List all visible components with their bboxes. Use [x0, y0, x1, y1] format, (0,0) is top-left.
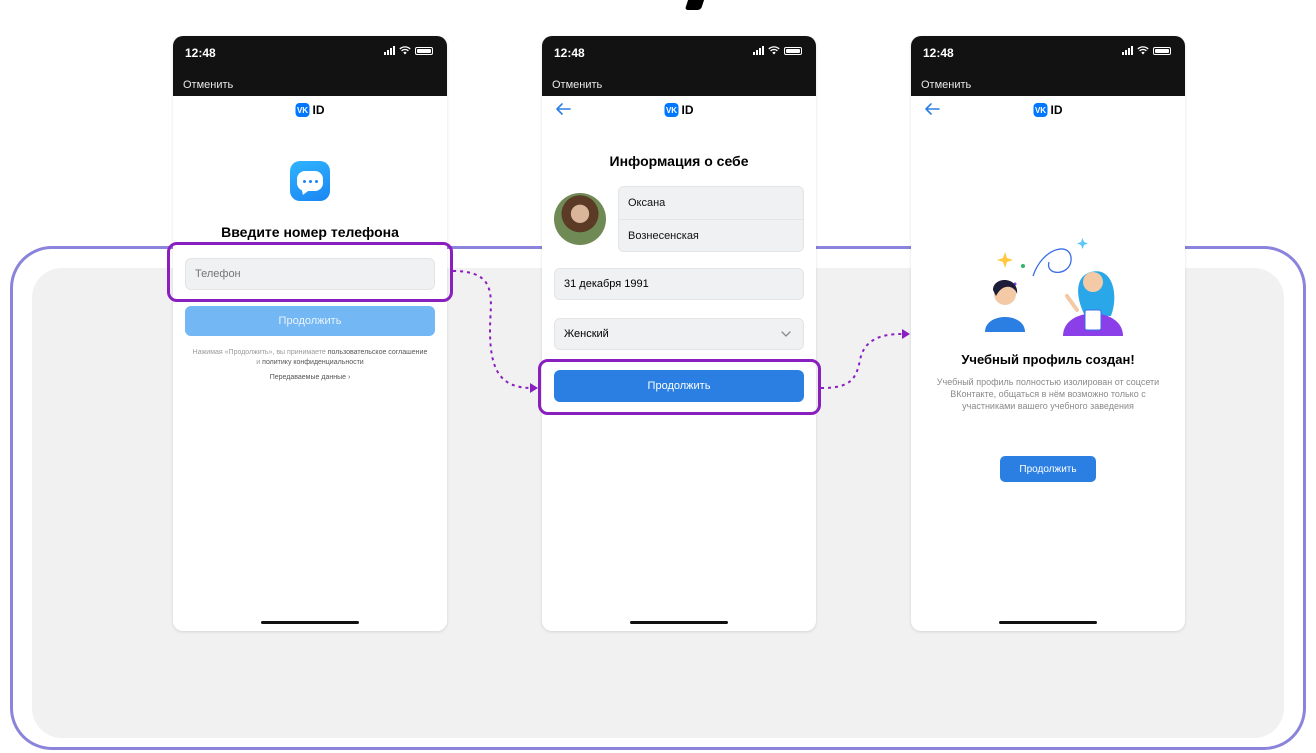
battery-icon [784, 46, 802, 55]
vk-logo-icon: VK [1033, 103, 1048, 117]
cancel-button[interactable]: Отменить [552, 79, 602, 91]
battery-icon [415, 46, 433, 55]
status-time: 12:48 [923, 46, 954, 60]
last-name-field[interactable]: Вознесенская [619, 219, 803, 251]
name-fields: Оксана Вознесенская [618, 186, 804, 252]
cellular-signal-icon [753, 46, 764, 55]
profile-description: Учебный профиль полностью изолирован от … [936, 377, 1160, 411]
home-indicator [999, 621, 1097, 624]
continue-button[interactable]: Продолжить [1000, 456, 1096, 482]
cancel-button[interactable]: Отменить [183, 79, 233, 91]
vk-id-header: VK ID [542, 96, 816, 122]
status-icons [753, 46, 802, 55]
battery-icon [1153, 46, 1171, 55]
phone-screen-profile-info: 12:48 Отменить VK ID Информация о себе О… [542, 36, 816, 631]
phone-screen-enter-phone: 12:48 Отменить VK ID Введите номер телеф… [173, 36, 447, 631]
back-arrow-icon[interactable] [923, 102, 941, 116]
status-time: 12:48 [185, 46, 216, 60]
gender-select[interactable]: Женский [554, 318, 804, 350]
first-name-field[interactable]: Оксана [619, 187, 803, 219]
vk-id-text: ID [312, 103, 325, 117]
page-title: Информация о себе [609, 153, 749, 169]
vk-logo-icon: VK [295, 103, 310, 117]
status-time: 12:48 [554, 46, 585, 60]
profile-created-illustration [985, 238, 1123, 336]
cellular-signal-icon [384, 46, 395, 55]
gender-value: Женский [564, 328, 609, 340]
terms-prefix: Нажимая «Продолжить», вы принимаете [192, 349, 326, 356]
cancel-button[interactable]: Отменить [921, 79, 971, 91]
chat-bubble-icon [297, 171, 323, 191]
status-icons [1122, 46, 1171, 55]
top-title-fragment [604, 0, 722, 12]
cellular-signal-icon [1122, 46, 1133, 55]
birth-date-field[interactable]: 31 декабря 1991 [554, 268, 804, 300]
vk-id-header: VK ID [173, 96, 447, 122]
vk-id-logo: VK ID [1033, 103, 1063, 117]
phone-screen-profile-created: 12:48 Отменить VK ID Учебный профиль соз… [911, 36, 1185, 631]
page-title: Введите номер телефона [221, 224, 399, 240]
vk-id-logo: VK ID [295, 103, 325, 117]
status-bar: 12:48 Отменить [911, 36, 1185, 96]
home-indicator [261, 621, 359, 624]
wifi-icon [399, 46, 411, 55]
privacy-policy-link[interactable]: политику конфиденциальности [262, 359, 364, 366]
chevron-down-icon [781, 331, 791, 337]
user-agreement-link[interactable]: пользовательское соглашение [328, 349, 428, 356]
vk-id-text: ID [1050, 103, 1063, 117]
transferred-data-link[interactable]: Передаваемые данные › [173, 374, 447, 381]
highlight-continue-button [538, 359, 821, 415]
vk-id-text: ID [681, 103, 694, 117]
vk-id-header: VK ID [911, 96, 1185, 122]
back-arrow-icon[interactable] [554, 102, 572, 116]
vk-logo-icon: VK [664, 103, 679, 117]
status-bar: 12:48 Отменить [173, 36, 447, 96]
wifi-icon [768, 46, 780, 55]
terms-text: Нажимая «Продолжить», вы принимаете поль… [185, 348, 435, 368]
highlight-phone-input [167, 242, 453, 302]
page-title: Учебный профиль создан! [961, 352, 1135, 367]
status-bar: 12:48 Отменить [542, 36, 816, 96]
continue-button-disabled[interactable]: Продолжить [185, 306, 435, 336]
avatar[interactable] [554, 193, 606, 245]
wifi-icon [1137, 46, 1149, 55]
terms-and: и [256, 359, 261, 366]
status-icons [384, 46, 433, 55]
home-indicator [630, 621, 728, 624]
messenger-app-icon [290, 161, 330, 201]
vk-id-logo: VK ID [664, 103, 694, 117]
